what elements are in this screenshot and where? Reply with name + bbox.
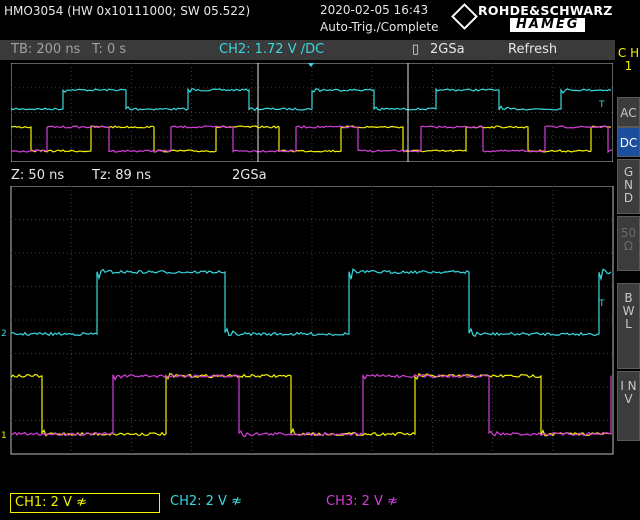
trigger-time: T: 0 s: [92, 42, 127, 57]
impedance-50-button[interactable]: 50 Ω: [617, 216, 640, 271]
acq-mode: Refresh: [508, 42, 558, 57]
overview-waveform[interactable]: T: [11, 63, 613, 162]
status-bar: TB: 200 ns T: 0 s CH2: 1.72 V ∕DC ▯ 2GSa…: [0, 40, 615, 60]
overview-trigger-level-marker: T: [598, 100, 605, 110]
ch2-label[interactable]: CH2: 2 V ≉: [166, 493, 246, 511]
brand-top: ROHDE&SCHWARZ: [478, 3, 613, 18]
bandwidth-limit-button[interactable]: B W L: [617, 283, 640, 369]
zoom-bar: Z: 50 ns Tz: 89 ns 2GSa: [0, 166, 615, 186]
channel-menu: C H 1 AC DC G N D 50 Ω B W L I N V: [617, 37, 640, 487]
memory-icon: ▯: [412, 42, 420, 57]
invert-button[interactable]: I N V: [617, 371, 640, 441]
rs-diamond-icon: [451, 3, 478, 30]
ch3-label[interactable]: CH3: 2 V ≉: [322, 493, 402, 511]
zoom-tz: Tz: 89 ns: [92, 168, 151, 183]
zoom-sample-rate: 2GSa: [232, 168, 267, 183]
trigger-source: CH2: 1.72 V ∕DC: [219, 42, 325, 57]
zoom-trigger-level-marker: T: [598, 299, 605, 309]
zoom-waveform[interactable]: T 2 1: [0, 186, 616, 486]
datetime: 2020-02-05 16:43: [320, 3, 429, 17]
channel-indicator: C H 1: [617, 37, 640, 97]
instrument-info: HMO3054 (HW 0x10111000; SW 05.522): [4, 4, 251, 18]
title-bar: HMO3054 (HW 0x10111000; SW 05.522) 2020-…: [0, 0, 640, 37]
ch1-label[interactable]: CH1: 2 V ≉: [10, 493, 160, 513]
coupling-gnd-button[interactable]: G N D: [617, 159, 640, 214]
ch1-reference-marker: 1: [1, 431, 7, 441]
channel-bar: CH1: 2 V ≉ CH2: 2 V ≉ CH3: 2 V ≉: [0, 488, 640, 520]
brand-bottom: HAMEG: [510, 18, 586, 32]
brand-logo: ROHDE&SCHWARZ HAMEG: [451, 3, 638, 33]
trigger-status: Auto-Trig./Complete: [320, 20, 439, 34]
sample-rate: 2GSa: [430, 42, 465, 57]
ch2-reference-marker: 2: [1, 329, 7, 339]
coupling-ac-button[interactable]: AC: [617, 97, 640, 127]
zoom-factor: Z: 50 ns: [11, 168, 65, 183]
timebase: TB: 200 ns: [11, 42, 81, 57]
coupling-dc-button[interactable]: DC: [617, 127, 640, 157]
